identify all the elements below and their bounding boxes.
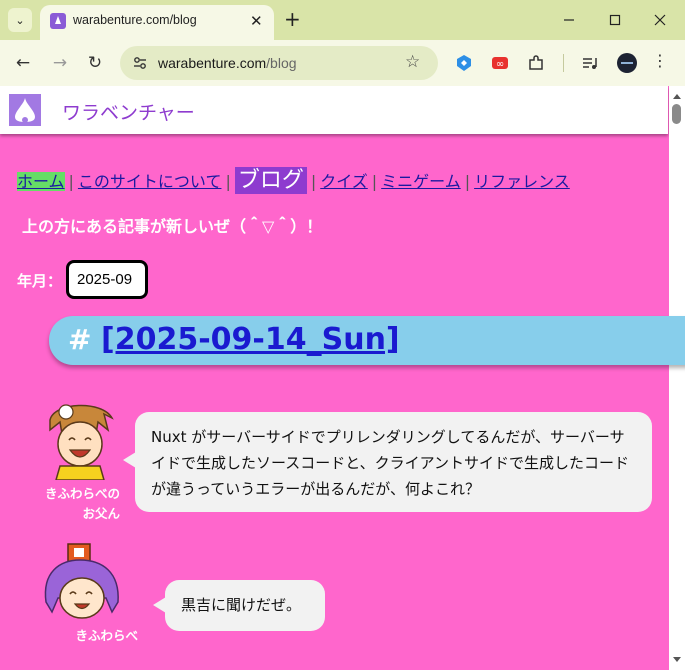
site-info-icon[interactable]	[132, 55, 148, 75]
scrollbar[interactable]	[669, 86, 685, 670]
kifuwarabe-avatar-icon	[40, 542, 124, 630]
page-content: ワラベンチャー ホーム | このサイトについて | ブログ | クイズ | ミニゲーム | リファレ…	[0, 86, 685, 670]
site-logo-icon[interactable]	[9, 94, 41, 126]
speaker-name: きふわらべ	[75, 628, 138, 643]
speech-bubble: 黒吉に聞けだぜ。	[153, 580, 325, 631]
site-nav: ホーム | このサイトについて | ブログ | クイズ | ミニゲーム | リファレンス	[17, 162, 570, 194]
forward-icon[interactable]: →	[49, 52, 71, 74]
nav-separator: |	[68, 172, 74, 191]
nav-separator: |	[464, 172, 471, 191]
nav-separator: |	[225, 172, 231, 191]
extension-shield-icon[interactable]	[455, 54, 473, 72]
nav-home[interactable]: ホーム	[17, 172, 65, 191]
active-tab[interactable]: warabenture.com/blog ✕	[40, 5, 274, 40]
heading-hash: #	[68, 323, 92, 356]
site-title[interactable]: ワラベンチャー	[62, 98, 195, 125]
date-anchor-link[interactable]: [2025-09-14_Sun]	[101, 322, 400, 357]
date-heading: # [2025-09-14_Sun]	[49, 316, 685, 365]
speaker-name: きふわらべの お父ん	[44, 486, 120, 521]
extension-infinity-icon[interactable]: ∞	[491, 54, 509, 72]
puzzle-icon[interactable]	[527, 54, 545, 72]
browser-toolbar: ← → ↻ warabenture.com/blog ☆ ∞ ⋮	[0, 40, 685, 86]
nav-about[interactable]: このサイトについて	[78, 172, 222, 191]
speech-bubble: Nuxt がサーバーサイドでプリレンダリングしてるんだが、サーバーサイドで生成し…	[123, 412, 652, 512]
nav-blog-current: ブログ	[234, 167, 307, 194]
minimize-icon[interactable]	[559, 10, 579, 30]
profile-icon[interactable]	[617, 53, 637, 73]
address-bar[interactable]: warabenture.com/blog ☆	[120, 46, 438, 80]
tab-search-button[interactable]: ⌄	[8, 8, 32, 32]
chevron-down-icon: ⌄	[15, 13, 25, 27]
tab-title: warabenture.com/blog	[73, 13, 197, 27]
date-link: [2025-09-14_Sun]	[101, 322, 400, 357]
toolbar-separator	[563, 54, 564, 72]
month-select-input[interactable]	[66, 260, 148, 299]
nav-reference[interactable]: リファレンス	[474, 172, 570, 191]
plus-icon[interactable]: +	[284, 8, 301, 30]
menu-icon[interactable]: ⋮	[652, 51, 668, 70]
url-text: warabenture.com/blog	[158, 55, 297, 71]
site-favicon-icon	[50, 13, 66, 29]
father-avatar-icon	[42, 400, 118, 484]
month-label: 年月：	[17, 272, 63, 290]
nav-minigame[interactable]: ミニゲーム	[381, 172, 461, 191]
media-icon[interactable]	[581, 54, 599, 72]
site-header: ワラベンチャー	[0, 86, 668, 134]
scrollbar-thumb[interactable]	[672, 104, 681, 124]
close-icon[interactable]: ✕	[250, 12, 263, 30]
nav-quiz[interactable]: クイズ	[320, 172, 368, 191]
tab-strip: ⌄ warabenture.com/blog ✕ +	[0, 0, 685, 40]
nav-separator: |	[310, 172, 317, 191]
reload-icon[interactable]: ↻	[84, 52, 106, 74]
maximize-icon[interactable]	[605, 10, 625, 30]
intro-text: 上の方にある記事が新しいぜ（＾▽＾）！	[22, 217, 323, 236]
scroll-up-icon[interactable]	[673, 94, 681, 99]
svg-text:∞: ∞	[496, 59, 504, 70]
window-close-icon[interactable]	[650, 10, 670, 30]
nav-separator: |	[371, 172, 378, 191]
bookmark-star-icon[interactable]: ☆	[405, 52, 420, 72]
back-icon[interactable]: ←	[12, 52, 34, 74]
scroll-down-icon[interactable]	[673, 657, 681, 662]
